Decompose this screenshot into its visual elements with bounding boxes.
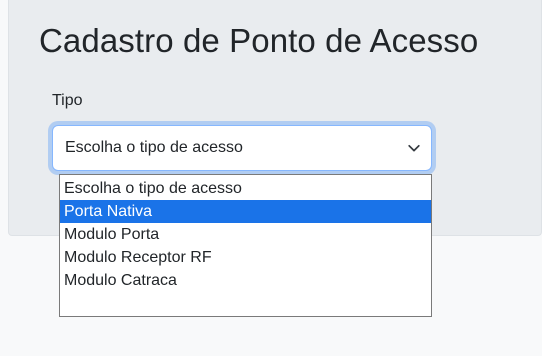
type-label: Tipo xyxy=(52,92,83,109)
option-porta-nativa[interactable]: Porta Nativa xyxy=(60,200,431,223)
type-select[interactable]: Escolha o tipo de acesso xyxy=(52,125,432,171)
type-select-value: Escolha o tipo de acesso xyxy=(65,139,243,156)
page-title: Cadastro de Ponto de Acesso xyxy=(39,22,479,59)
option-modulo-catraca[interactable]: Modulo Catraca xyxy=(60,269,431,292)
type-dropdown-list: Escolha o tipo de acesso Porta Nativa Mo… xyxy=(59,174,432,317)
option-modulo-receptor-rf[interactable]: Modulo Receptor RF xyxy=(60,246,431,269)
option-modulo-porta[interactable]: Modulo Porta xyxy=(60,223,431,246)
option-escolha[interactable]: Escolha o tipo de acesso xyxy=(60,177,431,200)
chevron-down-icon xyxy=(408,144,420,152)
